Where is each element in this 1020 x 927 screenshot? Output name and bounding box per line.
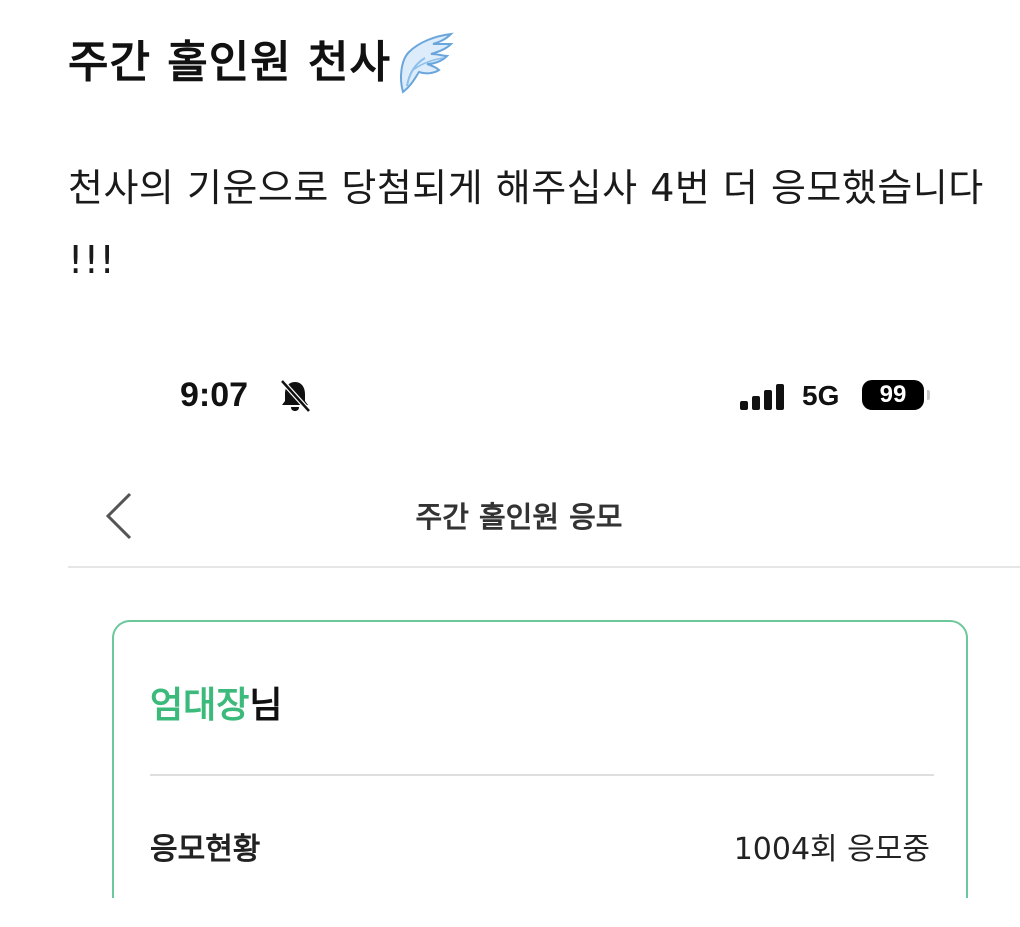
- angel-wing-icon: [393, 30, 455, 96]
- post-body: 천사의 기운으로 당첨되게 해주십사 4번 더 응모했습니다 !!!: [68, 166, 984, 282]
- status-time: 9:07: [180, 376, 249, 414]
- user-name-highlight: 엄대장: [150, 685, 250, 726]
- user-entry-card: 엄대장님 응모현황 1004회 응모중: [112, 620, 968, 898]
- network-type: 5G: [802, 380, 840, 411]
- nav-bar: 주간 홀인원 응모: [68, 466, 1020, 568]
- status-bar: 9:07 5G 99: [68, 370, 1020, 426]
- post-title-text: 주간 홀인원 천사: [68, 37, 391, 88]
- embedded-screenshot: 9:07 5G 99 주간 홀인원 응모 엄대장님 응모현황 1004회 응모중: [68, 332, 1020, 898]
- user-name-suffix: 님: [249, 685, 283, 726]
- nav-title: 주간 홀인원 응모: [415, 500, 623, 534]
- entry-status-value: 1004회 응모중: [733, 832, 930, 867]
- post-title: 주간 홀인원 천사: [68, 28, 455, 98]
- card-divider: [150, 774, 934, 776]
- cellular-signal-icon: [740, 384, 788, 410]
- battery-tip: [927, 390, 930, 400]
- user-name: 엄대장님: [150, 676, 283, 728]
- battery-indicator: 99: [862, 380, 924, 410]
- bell-slash-icon: [278, 378, 312, 414]
- entry-status-label: 응모현황: [150, 832, 261, 867]
